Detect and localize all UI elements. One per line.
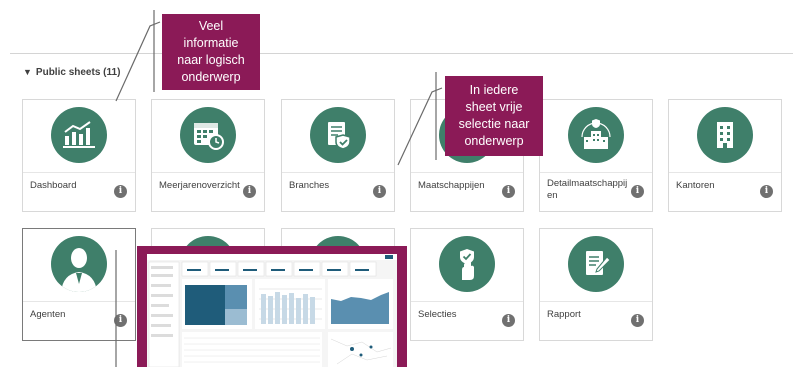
sheet-label: Meerjarenoverzicht [159, 180, 240, 191]
info-icon[interactable]: i [373, 185, 386, 198]
sheet-label: Dashboard [30, 180, 77, 191]
sheet-card-kantoren[interactable]: Kantoren i [668, 99, 782, 212]
bar-chart-icon [51, 107, 107, 163]
report-pencil-icon [568, 236, 624, 292]
office-building-icon [697, 107, 753, 163]
callout-text: Veel informatie naar logisch onderwerp [177, 19, 245, 84]
sheet-label: Kantoren [676, 180, 715, 191]
callout-veel-informatie: Veel informatie naar logisch onderwerp [162, 14, 260, 90]
sheet-label: Maatschappijen [418, 180, 485, 191]
sheet-card-agenten[interactable]: Agenten i [22, 228, 136, 341]
sheet-card-branches[interactable]: Branches i [281, 99, 395, 212]
callout-text: In iedere sheet vrije selectie naar onde… [458, 83, 530, 148]
top-divider [10, 53, 793, 54]
collapse-caret-icon[interactable]: ▼ [23, 68, 32, 77]
info-icon[interactable]: i [114, 185, 127, 198]
sheet-card-meerjarenoverzicht[interactable]: Meerjarenoverzicht i [151, 99, 265, 212]
sheet-card-dashboard[interactable]: Dashboard i [22, 99, 136, 212]
public-sheets-title: Public sheets (11) [35, 67, 121, 78]
info-icon[interactable]: i [243, 185, 256, 198]
sheet-label: Rapport [547, 309, 581, 320]
sheet-label: Branches [289, 180, 330, 191]
hand-shield-check-icon [439, 236, 495, 292]
agent-person-icon [51, 236, 107, 292]
info-icon[interactable]: i [114, 314, 127, 327]
sheet-label: Agenten [30, 309, 66, 320]
sheet-label: Selecties [418, 309, 457, 320]
sheet-card-detailmaatschappijen[interactable]: Detailmaatschappij en i [539, 99, 653, 212]
info-icon[interactable]: i [502, 314, 515, 327]
dashboard-preview-screen [147, 254, 397, 367]
info-icon[interactable]: i [760, 185, 773, 198]
buildings-shield-icon [568, 107, 624, 163]
public-sheets-header[interactable]: ▼ Public sheets (11) [23, 67, 120, 78]
calendar-clock-icon [180, 107, 236, 163]
sheet-card-selecties[interactable]: Selecties i [410, 228, 524, 341]
info-icon[interactable]: i [502, 185, 515, 198]
info-icon[interactable]: i [631, 314, 644, 327]
info-icon[interactable]: i [631, 185, 644, 198]
document-shield-icon [310, 107, 366, 163]
dashboard-preview [137, 246, 407, 367]
sheet-card-rapport[interactable]: Rapport i [539, 228, 653, 341]
sheet-label: Detailmaatschappij en [547, 178, 628, 201]
callout-vrije-selectie: In iedere sheet vrije selectie naar onde… [445, 76, 543, 156]
